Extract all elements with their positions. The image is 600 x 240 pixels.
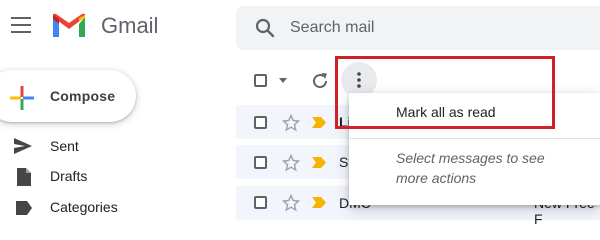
row-checkbox[interactable] xyxy=(254,116,267,129)
importance-marker-icon[interactable] xyxy=(312,197,326,208)
menu-help-text: Select messages to see more actions xyxy=(396,150,545,186)
search-icon[interactable] xyxy=(254,17,276,39)
hamburger-menu-icon[interactable] xyxy=(11,16,31,34)
search-input[interactable] xyxy=(290,14,540,42)
row-checkbox[interactable] xyxy=(254,196,267,209)
star-icon[interactable] xyxy=(282,194,300,212)
compose-label: Compose xyxy=(50,88,116,104)
menu-divider xyxy=(349,138,600,139)
select-all-checkbox[interactable] xyxy=(254,74,267,87)
sidebar-item-drafts[interactable]: Drafts xyxy=(50,168,87,184)
send-icon xyxy=(14,138,32,154)
plus-icon xyxy=(10,86,34,110)
sidebar-item-sent[interactable]: Sent xyxy=(50,138,79,154)
row-checkbox[interactable] xyxy=(254,156,267,169)
gmail-m-logo-icon[interactable] xyxy=(51,13,87,39)
star-icon[interactable] xyxy=(282,154,300,172)
draft-icon xyxy=(17,168,31,186)
star-icon[interactable] xyxy=(282,114,300,132)
importance-marker-icon[interactable] xyxy=(312,157,326,168)
sidebar-item-categories[interactable]: Categories xyxy=(50,199,118,215)
label-icon xyxy=(16,201,32,215)
chevron-down-icon[interactable] xyxy=(278,78,288,84)
refresh-icon[interactable] xyxy=(311,72,329,90)
app-name[interactable]: Gmail xyxy=(101,13,158,39)
importance-marker-icon[interactable] xyxy=(312,117,326,128)
highlight-box xyxy=(335,56,555,129)
